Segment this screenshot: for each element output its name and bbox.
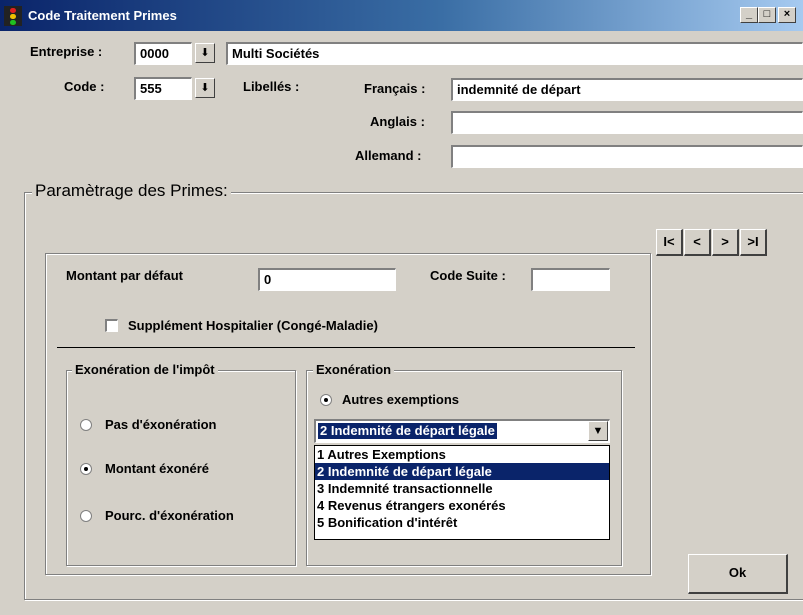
minimize-button[interactable]: _ <box>740 7 758 23</box>
parametrage-title: Paramètrage des Primes: <box>32 181 231 201</box>
supplement-label: Supplément Hospitalier (Congé-Maladie) <box>128 318 378 333</box>
nav-last-button[interactable]: >I <box>740 229 767 256</box>
allemand-label: Allemand : <box>355 148 422 163</box>
pourc-exoneration-label: Pourc. d'éxonération <box>105 508 234 523</box>
exoneration-combo-value: 2 Indemnité de départ légale <box>318 423 497 439</box>
pas-exoneration-radio[interactable] <box>80 419 92 431</box>
entreprise-name-field[interactable]: Multi Sociétés <box>226 42 803 65</box>
list-item[interactable]: 5 Bonification d'intérêt <box>315 514 609 531</box>
exoneration-combo-button[interactable]: ▼ <box>588 421 608 441</box>
list-item-selected[interactable]: 2 Indemnité de départ légale <box>315 463 609 480</box>
ok-button[interactable]: Ok <box>688 554 788 594</box>
exoneration-listbox[interactable]: 1 Autres Exemptions 2 Indemnité de dépar… <box>314 445 610 540</box>
list-item[interactable]: 3 Indemnité transactionnelle <box>315 480 609 497</box>
app-icon <box>4 6 22 26</box>
maximize-button[interactable]: □ <box>758 7 776 23</box>
code-suite-field[interactable] <box>531 268 610 291</box>
montant-exonere-radio[interactable] <box>80 463 92 475</box>
prev-record-icon: < <box>693 234 701 249</box>
francais-label: Français : <box>364 81 426 96</box>
exoneration-title: Exonération <box>313 362 395 377</box>
nav-next-button[interactable]: > <box>712 229 739 256</box>
ok-label: Ok <box>728 565 747 580</box>
pas-exoneration-label: Pas d'éxonération <box>105 417 217 432</box>
entreprise-code-field[interactable]: 0000 <box>134 42 192 65</box>
arrow-down-icon: ⬇ <box>200 82 210 94</box>
montant-label: Montant par défaut <box>66 268 183 283</box>
nav-prev-button[interactable]: < <box>684 229 711 256</box>
supplement-checkbox[interactable] <box>105 319 118 332</box>
window-title: Code Traitement Primes <box>28 8 177 23</box>
code-suite-label: Code Suite : <box>430 268 506 283</box>
list-item[interactable]: 4 Revenus étrangers exonérés <box>315 497 609 514</box>
separator-line <box>57 347 635 348</box>
entreprise-dropdown-button[interactable]: ⬇ <box>195 43 215 63</box>
anglais-label: Anglais : <box>370 114 425 129</box>
code-field[interactable]: 555 <box>134 77 192 100</box>
first-record-icon: I< <box>663 234 675 249</box>
exoneration-combo[interactable]: 2 Indemnité de départ légale <box>314 419 610 443</box>
libelles-label: Libellés : <box>243 79 300 94</box>
title-bar[interactable]: Code Traitement Primes _ □ × <box>0 0 803 31</box>
code-dropdown-button[interactable]: ⬇ <box>195 78 215 98</box>
list-item[interactable]: 1 Autres Exemptions <box>315 446 609 463</box>
close-button[interactable]: × <box>778 7 796 23</box>
anglais-field[interactable] <box>451 111 803 134</box>
entreprise-label: Entreprise : <box>30 44 103 59</box>
chevron-down-icon: ▼ <box>592 425 604 437</box>
arrow-down-icon: ⬇ <box>200 47 210 59</box>
francais-field[interactable]: indemnité de départ <box>451 78 803 101</box>
montant-exonere-label: Montant éxonéré <box>105 461 210 476</box>
allemand-field[interactable] <box>451 145 803 168</box>
last-record-icon: >I <box>747 234 759 249</box>
exoneration-impot-title: Exonération de l'impôt <box>72 362 218 377</box>
autres-exemptions-radio[interactable] <box>320 394 332 406</box>
next-record-icon: > <box>721 234 729 249</box>
autres-exemptions-label: Autres exemptions <box>342 392 460 407</box>
montant-field[interactable]: 0 <box>258 268 396 291</box>
pourc-exoneration-radio[interactable] <box>80 510 92 522</box>
code-label: Code : <box>64 79 105 94</box>
nav-first-button[interactable]: I< <box>656 229 683 256</box>
